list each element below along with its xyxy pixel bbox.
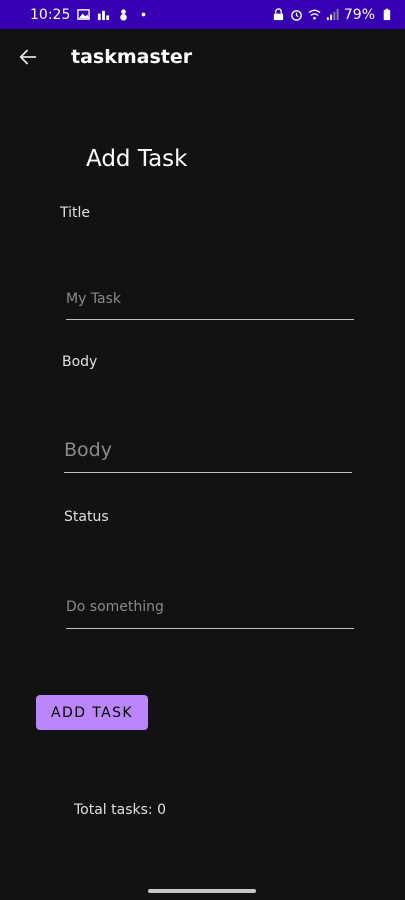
wifi-icon [308,8,322,22]
lock-icon [272,8,286,22]
add-task-button[interactable]: ADD TASK [36,695,148,730]
battery-icon [379,8,393,22]
snowman-icon [116,8,130,22]
total-tasks-label: Total tasks: 0 [74,802,166,818]
dot-icon [136,8,150,22]
signal-icon [326,8,340,22]
app-title: taskmaster [71,46,193,68]
gallery-icon [76,8,90,22]
home-indicator[interactable] [148,889,256,893]
title-input[interactable] [66,278,354,320]
body-label: Body [62,354,98,370]
status-right: 79% [272,7,393,23]
app-bar: taskmaster [0,29,405,85]
alarm-icon [290,8,304,22]
chart-icon [96,8,110,22]
status-time: 10:25 [30,6,71,23]
status-input[interactable] [66,585,354,629]
status-bar: 10:25 79% [0,0,405,29]
back-button[interactable] [0,29,56,85]
title-label: Title [60,205,91,221]
back-arrow-icon [19,49,37,65]
battery-percent: 79% [343,6,375,23]
status-label: Status [64,509,109,525]
body-input[interactable] [64,428,352,473]
status-left: 10:25 [30,7,150,23]
screen-title: Add Task [86,146,188,172]
